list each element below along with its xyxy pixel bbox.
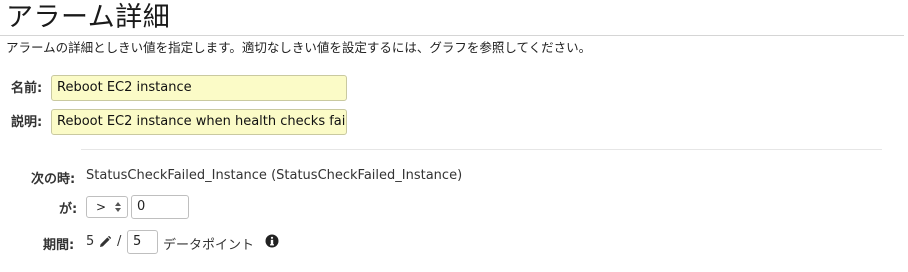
description-input[interactable]: Reboot EC2 instance when health checks f… — [51, 109, 347, 135]
datapoints-unit: データポイント — [163, 238, 255, 253]
name-input[interactable]: Reboot EC2 instance — [51, 75, 347, 101]
title-divider — [0, 35, 904, 36]
operator-value: > — [96, 200, 107, 214]
page-title: アラーム詳細 — [6, 2, 171, 33]
page-description: アラームの詳細としきい値を指定します。適切なしきい値を設定するには、グラフを参照… — [6, 40, 592, 55]
description-label: 説明: — [11, 115, 43, 130]
chevron-updown-icon — [115, 202, 121, 212]
threshold-input[interactable]: 0 — [131, 195, 189, 219]
info-icon[interactable] — [265, 234, 279, 248]
is-label: が: — [59, 202, 78, 217]
when-label: 次の時: — [31, 172, 76, 187]
metric-name: StatusCheckFailed_Instance (StatusCheckF… — [86, 168, 463, 183]
operator-select[interactable]: > — [86, 196, 128, 218]
pencil-icon[interactable] — [99, 236, 111, 248]
section-divider — [81, 149, 882, 150]
name-label: 名前: — [11, 81, 43, 96]
period-value: 5 — [86, 234, 95, 249]
period-label: 期間: — [43, 238, 75, 253]
period-separator: / — [117, 234, 122, 249]
datapoints-input[interactable]: 5 — [127, 230, 158, 254]
